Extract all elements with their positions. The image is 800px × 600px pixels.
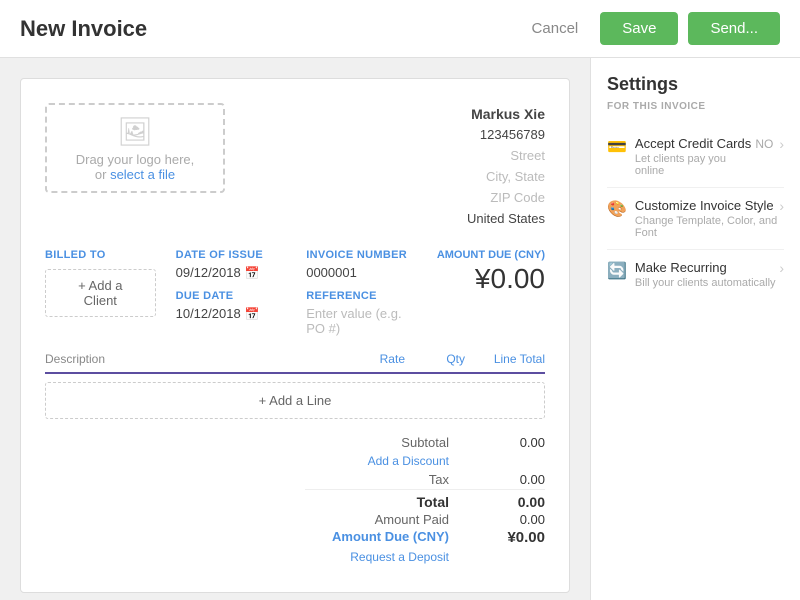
total-value: 0.00 bbox=[465, 489, 545, 510]
invoice-top: 🖼 Drag your logo here, or select a file … bbox=[45, 103, 545, 229]
col-rate: Rate bbox=[325, 352, 405, 366]
company-street: Street bbox=[467, 146, 545, 167]
cancel-button[interactable]: Cancel bbox=[520, 14, 591, 43]
invoice-card: 🖼 Drag your logo here, or select a file … bbox=[20, 78, 570, 593]
amount-due-cny-label: Amount Due (CNY) bbox=[305, 529, 465, 546]
total-row: Total 0.00 bbox=[45, 489, 545, 510]
date-of-issue-label: Date of Issue bbox=[176, 249, 287, 261]
invoice-style-title: Customize Invoice Style bbox=[635, 198, 779, 213]
settings-title: Settings bbox=[607, 74, 784, 95]
add-discount-link[interactable]: Add a Discount bbox=[368, 454, 449, 468]
invoice-style-subtitle: Change Template, Color, and Font bbox=[635, 215, 779, 239]
amount-paid-value: 0.00 bbox=[465, 512, 545, 527]
invoice-number-group: Invoice Number 0000001 Reference Enter v… bbox=[306, 249, 417, 336]
save-button[interactable]: Save bbox=[600, 12, 678, 45]
amount-paid-label: Amount Paid bbox=[305, 512, 465, 527]
tax-label: Tax bbox=[305, 472, 465, 487]
company-city-state: City, State bbox=[467, 167, 545, 188]
logo-dropzone[interactable]: 🖼 Drag your logo here, or select a file bbox=[45, 103, 225, 193]
invoice-number-value[interactable]: 0000001 bbox=[306, 265, 417, 280]
credit-cards-subtitle: Let clients pay you online bbox=[635, 153, 755, 177]
invoice-area: 🖼 Drag your logo here, or select a file … bbox=[0, 58, 590, 600]
discount-link-cell: Add a Discount bbox=[305, 452, 465, 470]
tax-value: 0.00 bbox=[465, 472, 545, 487]
settings-item-recurring[interactable]: 🔄 Make Recurring Bill your clients autom… bbox=[607, 250, 784, 299]
page-title: New Invoice bbox=[20, 16, 147, 42]
calendar-icon-issue: 📅 bbox=[245, 266, 260, 280]
palette-icon: 🎨 bbox=[607, 199, 627, 219]
logo-drag-icon: 🖼 bbox=[117, 115, 153, 148]
recurring-icon: 🔄 bbox=[607, 261, 627, 281]
subtotal-row: Subtotal 0.00 bbox=[45, 435, 545, 450]
dates-group: Date of Issue 09/12/2018 📅 Due Date 10/1… bbox=[176, 249, 287, 321]
calendar-icon-due: 📅 bbox=[245, 307, 260, 321]
reference-placeholder[interactable]: Enter value (e.g. PO #) bbox=[306, 306, 417, 336]
due-date-label: Due Date bbox=[176, 290, 287, 302]
drag-text: Drag your logo here, bbox=[76, 152, 195, 167]
due-date-value[interactable]: 10/12/2018 📅 bbox=[176, 306, 287, 321]
reference-label: Reference bbox=[306, 290, 417, 302]
add-line-button[interactable]: + Add a Line bbox=[45, 382, 545, 419]
request-deposit-row: Request a Deposit bbox=[45, 548, 545, 566]
send-button[interactable]: Send... bbox=[688, 12, 780, 45]
deposit-link-cell: Request a Deposit bbox=[305, 548, 465, 566]
tax-row: Tax 0.00 bbox=[45, 472, 545, 487]
invoice-fields: Billed To + Add a Client Date of Issue 0… bbox=[45, 249, 545, 336]
amount-due-value: ¥0.00 bbox=[437, 263, 545, 295]
col-total: Line Total bbox=[465, 352, 545, 366]
credit-card-icon: 💳 bbox=[607, 137, 627, 157]
amount-paid-row: Amount Paid 0.00 bbox=[45, 512, 545, 527]
invoice-number-label: Invoice Number bbox=[306, 249, 417, 261]
main-layout: 🖼 Drag your logo here, or select a file … bbox=[0, 58, 800, 600]
app-header: New Invoice Cancel Save Send... bbox=[0, 0, 800, 58]
chevron-icon-credit-cards: › bbox=[779, 136, 784, 152]
settings-item-invoice-style[interactable]: 🎨 Customize Invoice Style Change Templat… bbox=[607, 188, 784, 250]
select-file-link[interactable]: select a file bbox=[110, 167, 175, 182]
company-name: Markus Xie bbox=[467, 103, 545, 125]
col-qty: Qty bbox=[405, 352, 465, 366]
amount-due-group: Amount Due (CNY) ¥0.00 bbox=[437, 249, 545, 295]
chevron-icon-style: › bbox=[779, 198, 784, 214]
amount-due-label: Amount Due (CNY) bbox=[437, 249, 545, 261]
amount-due-cny-row: Amount Due (CNY) ¥0.00 bbox=[45, 529, 545, 546]
total-label: Total bbox=[305, 489, 465, 510]
totals-section: Subtotal 0.00 Add a Discount Tax 0.00 To… bbox=[45, 435, 545, 566]
chevron-icon-recurring: › bbox=[779, 260, 784, 276]
recurring-subtitle: Bill your clients automatically bbox=[635, 277, 776, 289]
header-actions: Cancel Save Send... bbox=[520, 12, 780, 45]
discount-row: Add a Discount bbox=[45, 452, 545, 470]
credit-cards-title: Accept Credit Cards bbox=[635, 136, 755, 151]
col-description: Description bbox=[45, 352, 325, 366]
date-of-issue-value[interactable]: 09/12/2018 📅 bbox=[176, 265, 287, 280]
subtotal-label: Subtotal bbox=[305, 435, 465, 450]
amount-due-cny-value: ¥0.00 bbox=[465, 529, 545, 546]
company-phone: 123456789 bbox=[467, 125, 545, 146]
request-deposit-link[interactable]: Request a Deposit bbox=[350, 550, 449, 564]
subtotal-value: 0.00 bbox=[465, 435, 545, 450]
settings-subtitle: FOR THIS INVOICE bbox=[607, 101, 784, 112]
company-zip: ZIP Code bbox=[467, 188, 545, 209]
company-info: Markus Xie 123456789 Street City, State … bbox=[467, 103, 545, 229]
recurring-title: Make Recurring bbox=[635, 260, 776, 275]
billed-to-label: Billed To bbox=[45, 249, 156, 261]
billed-to-group: Billed To + Add a Client bbox=[45, 249, 156, 317]
or-text: or select a file bbox=[95, 167, 175, 182]
add-client-button[interactable]: + Add a Client bbox=[45, 269, 156, 317]
settings-panel: Settings FOR THIS INVOICE 💳 Accept Credi… bbox=[590, 58, 800, 600]
line-items-header: Description Rate Qty Line Total bbox=[45, 352, 545, 374]
settings-item-credit-cards[interactable]: 💳 Accept Credit Cards Let clients pay yo… bbox=[607, 126, 784, 188]
credit-cards-badge: NO bbox=[755, 137, 773, 151]
company-country: United States bbox=[467, 209, 545, 230]
